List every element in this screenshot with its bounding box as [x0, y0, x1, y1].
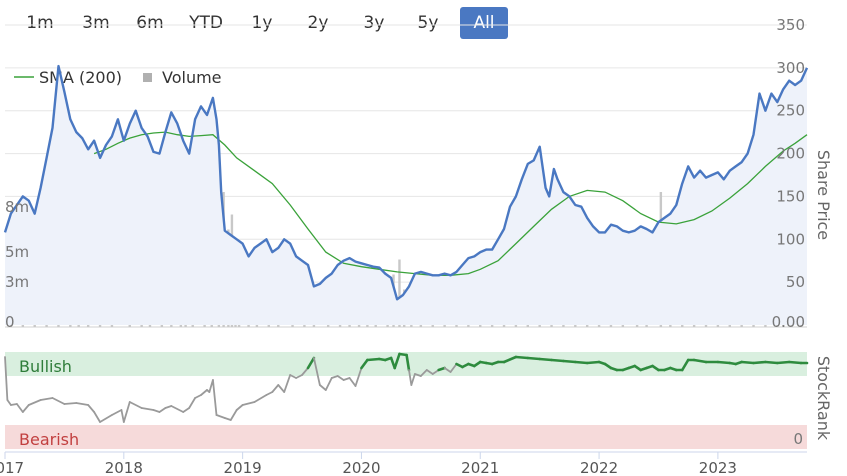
x-axis-label: 2018 [105, 459, 143, 476]
stockrank-line-segment [215, 414, 226, 419]
stockrank-line-segment [51, 397, 66, 405]
stockrank-line-segment [764, 360, 779, 365]
stockrank-line-segment [752, 360, 767, 365]
price-tick-label: 150 [776, 187, 805, 205]
stockrank-line-segment [336, 375, 345, 381]
volume-tick-label: 5m [5, 243, 29, 261]
x-axis-label: 2019 [224, 459, 262, 476]
stockrank-line-segment [128, 401, 143, 409]
volume-tick-label: 8m [5, 198, 29, 216]
stockrank-line-segment [6, 399, 12, 406]
stockrank-line-segment [229, 409, 238, 421]
x-axis-label: 2017 [0, 459, 24, 476]
bullish-label: Bullish [19, 357, 72, 376]
stockrank-line-segment [21, 404, 30, 413]
stockrank-line-segment [526, 356, 541, 361]
stockrank-line-segment [235, 404, 244, 411]
price-tick-label: 0.00 [772, 313, 805, 331]
bearish-label: Bearish [19, 430, 79, 449]
price-tick-label: 100 [776, 230, 805, 248]
stockrank-line-segment [740, 360, 755, 365]
stockrank-axis-title: StockRank [814, 356, 833, 441]
stockrank-line-segment [366, 357, 381, 362]
stockrank-line-segment [182, 407, 191, 413]
stockrank-line-segment [140, 407, 155, 411]
stockrank-line-segment [330, 375, 339, 379]
stockrank-line-segment [716, 360, 732, 365]
price-area [5, 66, 807, 325]
stockrank-line-segment [550, 358, 565, 363]
stockrank-line-segment [514, 355, 530, 360]
stockrank-line-segment [265, 391, 274, 396]
stockrank-line-segment [99, 414, 113, 423]
x-axis-label: 2023 [699, 459, 737, 476]
price-tick-label: 300 [776, 59, 805, 77]
x-axis-label: 2022 [580, 459, 618, 476]
price-tick-label: 50 [786, 273, 805, 291]
stockrank-line-segment [223, 417, 232, 421]
stockrank-line-segment [348, 377, 357, 387]
x-axis-label: 2020 [342, 459, 380, 476]
stockrank-line-segment [574, 360, 589, 365]
stockrank-line-segment [87, 404, 96, 413]
stockrank-line-segment [27, 399, 42, 406]
stockrank-line-segment [277, 384, 286, 393]
price-tick-label: 350 [776, 16, 805, 34]
stockrank-tick-label: 0 [793, 430, 803, 448]
stockrank-line-segment [93, 411, 101, 423]
stockrank-line-segment [15, 403, 24, 413]
stockrank-line-segment [775, 360, 791, 365]
stockrank-line-segment [39, 397, 54, 401]
stockrank-line-segment [538, 357, 553, 362]
stockrank-line-segment [111, 409, 123, 416]
volume-tick-label: 3m [5, 273, 29, 291]
stockrank-line-segment [152, 409, 161, 413]
volume-tick-label: 0 [5, 313, 15, 331]
share-price-axis-title: Share Price [814, 150, 833, 240]
stockrank-line-segment [271, 384, 280, 393]
price-tick-label: 200 [776, 145, 805, 163]
chart-canvas: SMA (200) Volume 350 300 250 200 150 100 50 0.00 8… [0, 16, 833, 476]
stockrank-line-segment [318, 384, 327, 391]
stockrank-line-segment [787, 360, 803, 365]
stockrank-line-segment [585, 360, 601, 365]
stockrank-line-segment [200, 389, 208, 396]
stockrank-line-segment [562, 359, 577, 364]
legend-volume-swatch [143, 73, 152, 82]
stockrank-line-segment [241, 401, 256, 406]
stockrank-line-segment [324, 377, 333, 391]
stockrank-line-segment [212, 379, 218, 416]
stockrank-line-segment [253, 394, 268, 403]
legend-sma-label: SMA (200) [39, 68, 122, 87]
stockrank-line-segment [194, 394, 202, 399]
price-tick-label: 250 [776, 102, 805, 120]
stockrank-line-segment [164, 405, 173, 409]
stockrank-line-segment [170, 405, 185, 413]
bearish-zone [5, 425, 807, 449]
stockrank-line-segment [188, 397, 197, 409]
stockrank-line-segment [342, 377, 351, 381]
stockrank-line-segment [122, 401, 131, 423]
legend-volume-label: Volume [162, 68, 222, 87]
stockrank-line-segment [10, 403, 18, 406]
stockrank-line-segment [283, 374, 292, 393]
stockrank-line-segment [75, 402, 90, 406]
stockrank-line-segment [158, 407, 167, 413]
stock-chart-widget: 1m 3m 6m YTD 1y 2y 3y 5y All SMA (200) Volume 350 3… [0, 0, 847, 476]
x-axis-label: 2021 [461, 459, 499, 476]
stockrank-line-segment [63, 402, 78, 405]
